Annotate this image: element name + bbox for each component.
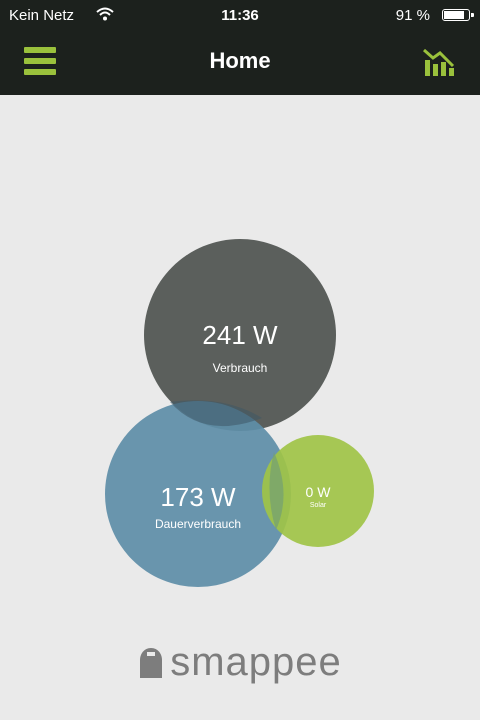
energy-bubbles (105, 239, 374, 587)
consumption-value: 241 W (202, 320, 278, 350)
standby-label: Dauerverbrauch (154, 517, 242, 531)
house-icon (140, 647, 163, 678)
consumption-label: Verbrauch (212, 361, 268, 375)
standby-value: 173 W (160, 482, 236, 512)
solar-value: 0 W (305, 484, 331, 500)
brand-logo: smappee (0, 640, 480, 690)
brand-name: smappee (170, 640, 342, 684)
solar-label: Solar (309, 502, 327, 509)
